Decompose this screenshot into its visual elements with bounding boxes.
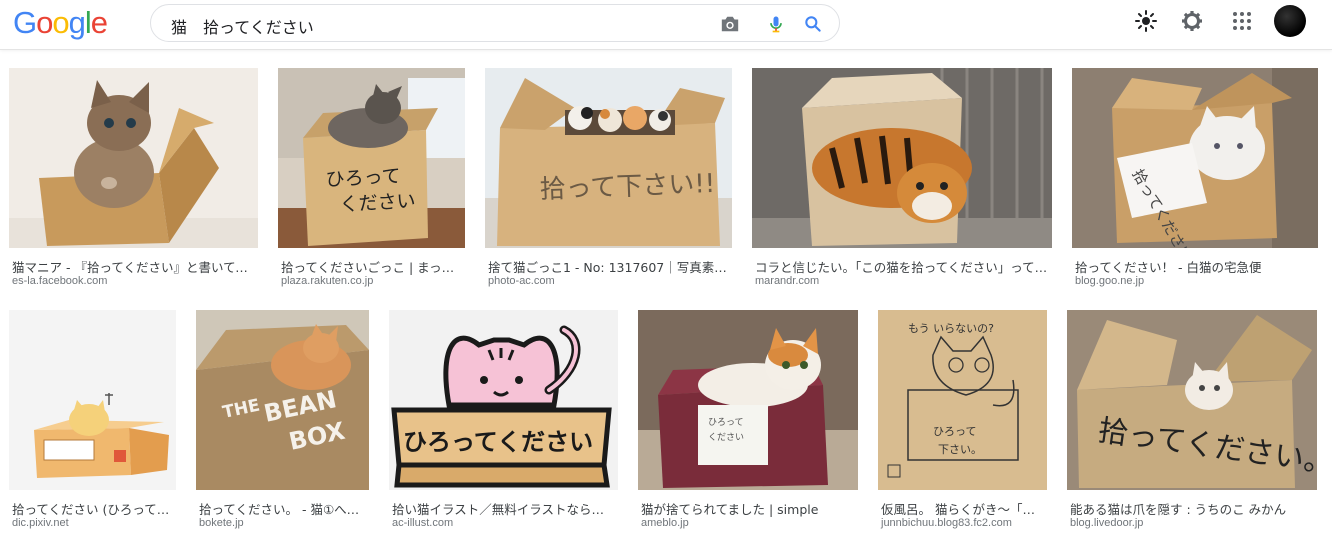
result-source: marandr.com bbox=[755, 275, 820, 287]
result-thumbnail[interactable]: THE BEAN BOX bbox=[196, 310, 369, 490]
result-tile[interactable]: ひろって ください 猫が捨てられてました | simple ameblo.jp bbox=[638, 310, 858, 535]
result-caption[interactable]: コラと信じたい。「この猫を拾ってください」って… bbox=[755, 257, 1050, 276]
result-source: blog.goo.ne.jp bbox=[1075, 275, 1145, 287]
result-caption[interactable]: 捨て猫ごっこ1 - No: 1317607｜写真素材… bbox=[488, 257, 730, 276]
result-caption[interactable]: 拾ってくださいごっこ | まった… bbox=[281, 257, 463, 276]
result-thumbnail[interactable] bbox=[752, 68, 1052, 248]
svg-text:もう いらないの?: もう いらないの? bbox=[908, 322, 994, 335]
svg-text:ひろって: ひろって bbox=[325, 165, 401, 191]
svg-text:ひろって: ひろって bbox=[933, 425, 976, 438]
result-caption[interactable]: 猫マニア - 『拾ってください』と書いてあ… bbox=[12, 257, 256, 276]
result-thumbnail[interactable]: 拾ってください。 bbox=[1072, 68, 1318, 248]
result-thumbnail[interactable] bbox=[9, 310, 176, 490]
result-source: junnbichuu.blog83.fc2.com bbox=[881, 517, 1012, 529]
result-tile[interactable]: 拾ってください (ひろって… dic.pixiv.net bbox=[9, 310, 176, 535]
brightness-icon[interactable] bbox=[1134, 9, 1158, 33]
avatar[interactable] bbox=[1274, 5, 1306, 37]
result-source: dic.pixiv.net bbox=[12, 517, 69, 529]
svg-text:ください: ください bbox=[339, 190, 416, 216]
svg-text:下さい。: 下さい。 bbox=[938, 443, 982, 456]
microphone-icon[interactable] bbox=[765, 14, 787, 34]
result-caption[interactable]: 能ある猫は爪を隠す : うちのこ みかん bbox=[1070, 499, 1315, 518]
result-thumbnail[interactable] bbox=[9, 68, 258, 248]
result-thumbnail[interactable]: ひろって ください bbox=[278, 68, 465, 248]
result-tile[interactable]: 拾って下さい!! 捨て猫ごっこ1 - No: 1317607｜写真素材… pho… bbox=[485, 68, 732, 288]
logo-letter: o bbox=[36, 5, 53, 40]
result-tile[interactable]: THE BEAN BOX 拾ってください。 - 猫①への… bokete.jp bbox=[196, 310, 369, 535]
logo-letter: e bbox=[90, 5, 108, 40]
apps-icon[interactable] bbox=[1230, 9, 1254, 33]
result-caption[interactable]: 拾ってください。 - 猫①への… bbox=[199, 499, 367, 518]
result-caption[interactable]: 拾ってください！ - 白猫の宅急便 bbox=[1075, 257, 1316, 276]
svg-text:拾って下さい!!: 拾って下さい!! bbox=[539, 169, 715, 205]
result-source: plaza.rakuten.co.jp bbox=[281, 275, 374, 287]
svg-text:ください: ください bbox=[708, 432, 744, 443]
result-tile[interactable]: コラと信じたい。「この猫を拾ってください」って… marandr.com bbox=[752, 68, 1052, 288]
logo-letter: o bbox=[52, 5, 69, 40]
result-thumbnail[interactable]: ひろってください bbox=[389, 310, 618, 490]
top-bar: Google 猫 拾ってください bbox=[0, 0, 1332, 50]
google-logo[interactable]: Google bbox=[13, 5, 108, 41]
logo-letter: G bbox=[13, 5, 37, 40]
result-tile[interactable]: 拾ってください。 拾ってください！ - 白猫の宅急便 blog.goo.ne.j… bbox=[1072, 68, 1318, 288]
result-caption[interactable]: 拾ってください (ひろって… bbox=[12, 499, 174, 518]
result-source: ac-illust.com bbox=[392, 517, 454, 529]
camera-icon[interactable] bbox=[719, 14, 741, 34]
result-tile[interactable]: ひろって ください 拾ってくださいごっこ | まった… plaza.rakute… bbox=[278, 68, 465, 288]
result-tile[interactable]: ひろってください 拾い猫イラスト／無料イラストなら「… ac-illust.co… bbox=[389, 310, 618, 535]
result-caption[interactable]: 仮風呂。 猫らくがき〜「拾… bbox=[881, 499, 1045, 518]
result-tile[interactable]: 拾ってください。 能ある猫は爪を隠す : うちのこ みかん blog.lived… bbox=[1067, 310, 1317, 535]
result-source: es-la.facebook.com bbox=[12, 275, 108, 287]
result-thumbnail[interactable]: もう いらないの? ひろって 下さい。 bbox=[878, 310, 1047, 490]
svg-text:ひろって: ひろって bbox=[708, 417, 744, 428]
svg-text:ひろってください: ひろってください bbox=[403, 428, 593, 456]
result-caption[interactable]: 猫が捨てられてました | simple bbox=[641, 499, 856, 518]
result-thumbnail[interactable]: ひろって ください bbox=[638, 310, 858, 490]
result-tile[interactable]: 猫マニア - 『拾ってください』と書いてあ… es-la.facebook.co… bbox=[9, 68, 258, 288]
logo-letter: g bbox=[68, 5, 86, 40]
result-thumbnail[interactable]: 拾ってください。 bbox=[1067, 310, 1317, 490]
result-caption[interactable]: 拾い猫イラスト／無料イラストなら「… bbox=[392, 499, 616, 518]
result-thumbnail[interactable]: 拾って下さい!! bbox=[485, 68, 732, 248]
search-box[interactable]: 猫 拾ってください bbox=[150, 4, 840, 42]
result-source: blog.livedoor.jp bbox=[1070, 517, 1144, 529]
search-input[interactable]: 猫 拾ってください bbox=[171, 14, 314, 38]
result-tile[interactable]: もう いらないの? ひろって 下さい。 仮風呂。 猫らくがき〜「拾… junnb… bbox=[878, 310, 1047, 535]
result-source: ameblo.jp bbox=[641, 517, 689, 529]
search-icon[interactable] bbox=[802, 14, 824, 34]
gear-icon[interactable] bbox=[1180, 9, 1204, 33]
result-source: bokete.jp bbox=[199, 517, 244, 529]
result-source: photo-ac.com bbox=[488, 275, 555, 287]
